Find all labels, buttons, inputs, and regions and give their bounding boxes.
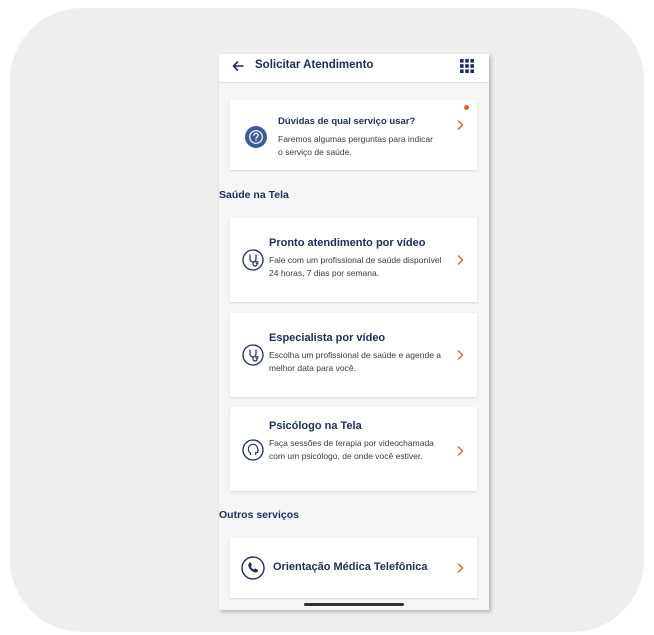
home-indicator[interactable] — [304, 603, 404, 606]
service-description: Escolha um profissional de saúde e agend… — [269, 350, 442, 373]
chevron-right-icon — [457, 350, 464, 360]
service-title: Especialista por vídeo — [269, 332, 386, 344]
page-title: Solicitar Atendimento — [255, 59, 374, 71]
help-card[interactable]: Dúvidas de qual serviço usar? Faremos al… — [230, 100, 477, 170]
service-card-orientacao-telefonica[interactable]: Orientação Médica Telefônica — [230, 538, 477, 598]
grid-icon[interactable] — [460, 59, 474, 73]
chevron-right-icon — [457, 446, 464, 456]
service-title: Psicólogo na Tela — [269, 420, 362, 432]
service-title: Pronto atendimento por vídeo — [269, 237, 426, 249]
service-card-pronto-atendimento[interactable]: Pronto atendimento por vídeo Fale com um… — [230, 218, 477, 302]
question-icon — [245, 126, 267, 148]
section-title-saude-na-tela: Saúde na Tela — [219, 189, 289, 201]
app-bar: Solicitar Atendimento — [219, 54, 489, 83]
section-title-outros-servicos: Outros serviços — [219, 509, 299, 521]
phone-screen: Solicitar Atendimento Dúvidas de qual se… — [219, 54, 489, 610]
chevron-right-icon — [457, 120, 464, 130]
arrow-left-icon[interactable] — [230, 58, 246, 74]
help-card-description: Faremos algumas perguntas para indicar o… — [278, 134, 433, 157]
stethoscope-icon — [242, 344, 264, 366]
service-card-psicologo[interactable]: Psicólogo na Tela Faça sessões de terapi… — [230, 407, 477, 491]
service-description: Faça sessões de terapia por videochamada… — [269, 438, 434, 461]
service-title: Orientação Médica Telefônica — [273, 561, 428, 573]
service-description: Fale com um profissional de saúde dispon… — [269, 255, 442, 278]
phone-icon — [241, 556, 265, 580]
help-card-title: Dúvidas de qual serviço usar? — [278, 116, 416, 127]
chevron-right-icon — [457, 563, 464, 573]
service-card-especialista[interactable]: Especialista por vídeo Escolha um profis… — [230, 313, 477, 397]
chevron-right-icon — [457, 255, 464, 265]
notification-dot — [464, 105, 469, 110]
stethoscope-icon — [242, 249, 264, 271]
head-icon — [242, 439, 264, 461]
